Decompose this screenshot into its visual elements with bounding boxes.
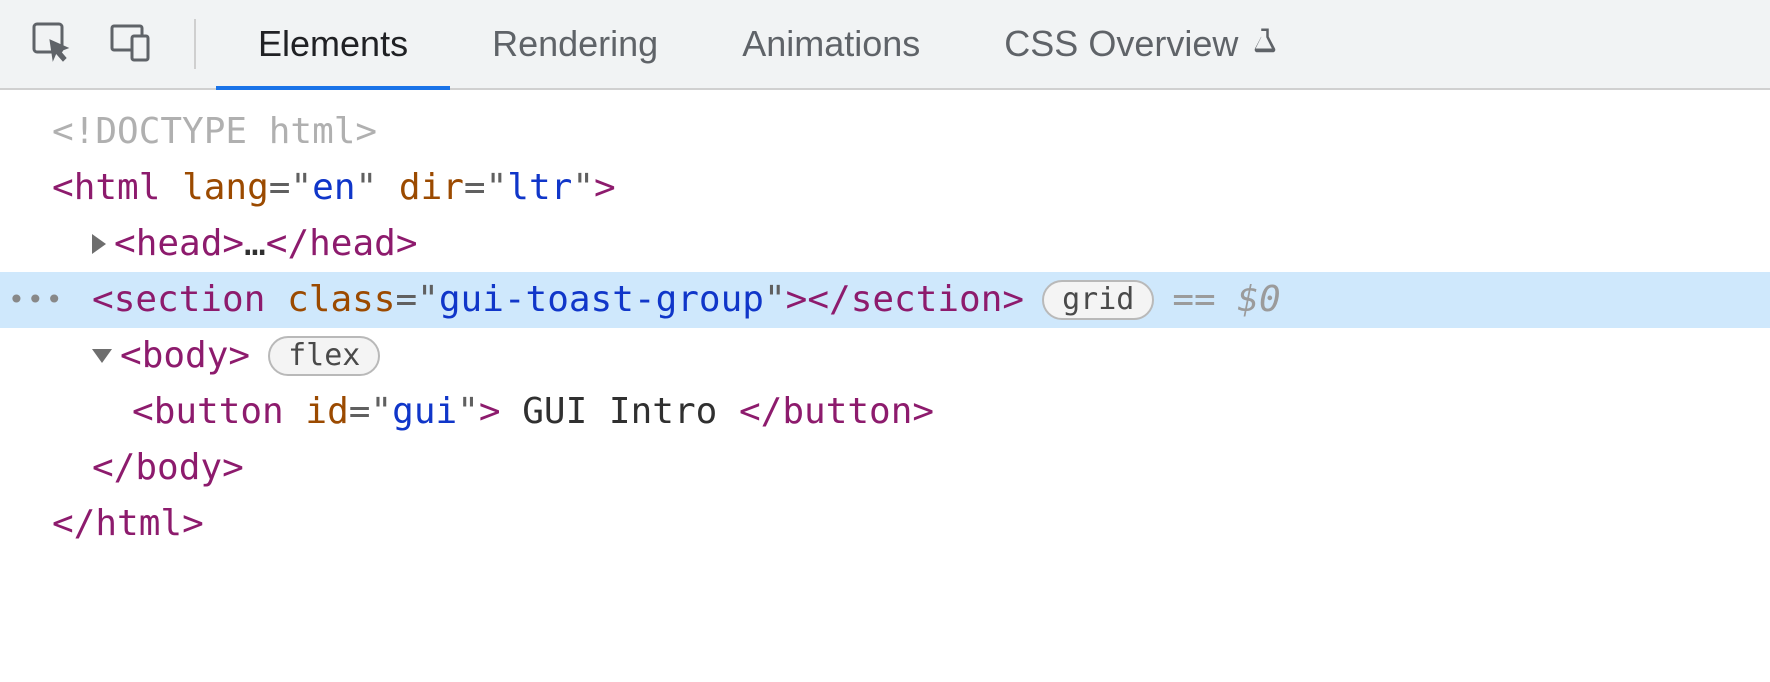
dom-doctype[interactable]: <!DOCTYPE html> — [0, 104, 1770, 160]
more-actions-icon[interactable]: ••• — [8, 272, 65, 328]
elements-dom-tree[interactable]: <!DOCTYPE html> <html lang="en" dir="ltr… — [0, 90, 1770, 552]
toolbar-icons — [28, 18, 184, 71]
dom-button[interactable]: <button id="gui"> GUI Intro </button> — [0, 384, 1770, 440]
dom-head[interactable]: <head>…</head> — [0, 216, 1770, 272]
layout-badge-flex[interactable]: flex — [268, 336, 380, 376]
panel-tabs: Elements Rendering Animations CSS Overvi… — [216, 0, 1322, 88]
console-reference: == $0 — [1172, 272, 1280, 328]
dom-body-open[interactable]: <body> flex — [0, 328, 1770, 384]
tag-name: html — [74, 160, 161, 216]
attr-value: ltr — [507, 160, 572, 216]
device-toolbar-icon[interactable] — [106, 18, 154, 71]
expand-arrow-icon[interactable] — [92, 234, 106, 254]
tab-rendering[interactable]: Rendering — [450, 0, 700, 88]
attr-name: id — [305, 384, 348, 440]
devtools-toolbar: Elements Rendering Animations CSS Overvi… — [0, 0, 1770, 90]
attr-name: lang — [182, 160, 269, 216]
tag-name: button — [154, 384, 284, 440]
toolbar-divider — [194, 19, 196, 69]
tab-label: Animations — [742, 23, 920, 65]
tag-name: head — [136, 216, 223, 272]
dom-body-close[interactable]: </body> — [0, 440, 1770, 496]
attr-value: en — [312, 160, 355, 216]
tab-elements[interactable]: Elements — [216, 0, 450, 88]
attr-value: gui-toast-group — [439, 272, 764, 328]
tab-animations[interactable]: Animations — [700, 0, 962, 88]
tab-label: Rendering — [492, 23, 658, 65]
attr-name: dir — [399, 160, 464, 216]
tab-label: Elements — [258, 23, 408, 65]
dom-html-close[interactable]: </html> — [0, 496, 1770, 552]
text-node: GUI Intro — [501, 384, 739, 440]
tab-css-overview[interactable]: CSS Overview — [962, 0, 1322, 88]
inspect-element-icon[interactable] — [28, 18, 76, 71]
tag-name: section — [114, 272, 266, 328]
attr-value: gui — [392, 384, 457, 440]
tag-name: body — [142, 328, 229, 384]
layout-badge-grid[interactable]: grid — [1042, 280, 1154, 320]
tab-label: CSS Overview — [1004, 23, 1238, 65]
attr-name: class — [287, 272, 395, 328]
dom-section-selected[interactable]: ••• <section class="gui-toast-group"></s… — [0, 272, 1770, 328]
collapse-arrow-icon[interactable] — [92, 349, 112, 363]
flask-icon — [1250, 23, 1280, 65]
collapsed-ellipsis: … — [244, 216, 266, 272]
doctype-text: <!DOCTYPE html> — [52, 104, 377, 160]
dom-html-open[interactable]: <html lang="en" dir="ltr"> — [0, 160, 1770, 216]
